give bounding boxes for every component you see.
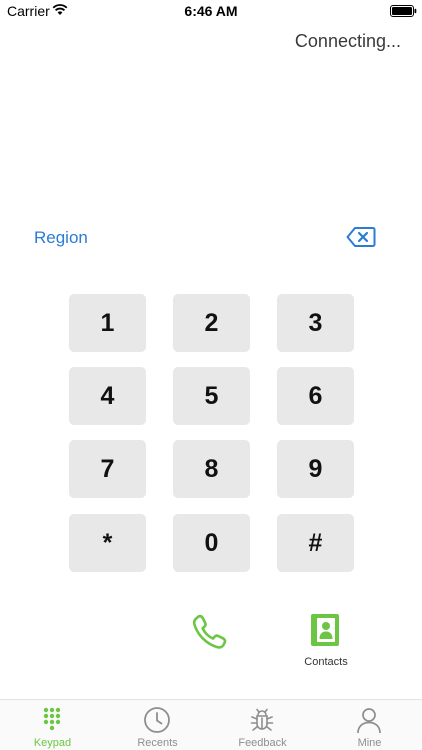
tab-mine[interactable]: Mine xyxy=(317,700,422,750)
contacts-button[interactable]: Contacts xyxy=(298,612,354,672)
tab-recents[interactable]: Recents xyxy=(105,700,210,750)
keypad-key-hash[interactable]: # xyxy=(277,514,354,572)
status-time: 6:46 AM xyxy=(184,3,238,19)
keypad-key-3[interactable]: 3 xyxy=(277,294,354,352)
region-button[interactable]: Region xyxy=(34,228,88,248)
call-status-text: Connecting... xyxy=(294,31,401,51)
keypad-key-9[interactable]: 9 xyxy=(277,440,354,498)
status-bar: Carrier 6:46 AM xyxy=(0,0,422,22)
keypad-key-4[interactable]: 4 xyxy=(69,367,146,425)
keypad-key-1[interactable]: 1 xyxy=(69,294,146,352)
tab-keypad[interactable]: Keypad xyxy=(0,700,105,750)
phone-icon xyxy=(192,614,227,649)
call-button[interactable] xyxy=(190,612,230,652)
person-icon xyxy=(357,708,381,734)
keypad-icon xyxy=(43,707,61,731)
battery-icon xyxy=(390,5,417,17)
tab-label: Keypad xyxy=(33,737,72,749)
tab-label: Recents xyxy=(137,737,178,749)
bug-icon xyxy=(250,708,274,731)
contacts-book-icon xyxy=(311,614,339,646)
keypad-key-6[interactable]: 6 xyxy=(277,367,354,425)
keypad-key-5[interactable]: 5 xyxy=(173,367,250,425)
keypad-key-2[interactable]: 2 xyxy=(173,294,250,352)
keypad-key-7[interactable]: 7 xyxy=(69,440,146,498)
backspace-icon[interactable] xyxy=(346,226,376,248)
keypad-key-8[interactable]: 8 xyxy=(173,440,250,498)
keypad-key-0[interactable]: 0 xyxy=(173,514,250,572)
keypad-key-star[interactable]: * xyxy=(69,514,146,572)
tab-bar: Keypad Recents Feedback Mine xyxy=(0,699,422,750)
tab-label: Feedback xyxy=(238,737,287,749)
tab-label: Mine xyxy=(357,737,382,749)
contacts-label: Contacts xyxy=(304,656,348,668)
clock-icon xyxy=(144,707,170,733)
tab-feedback[interactable]: Feedback xyxy=(210,700,315,750)
